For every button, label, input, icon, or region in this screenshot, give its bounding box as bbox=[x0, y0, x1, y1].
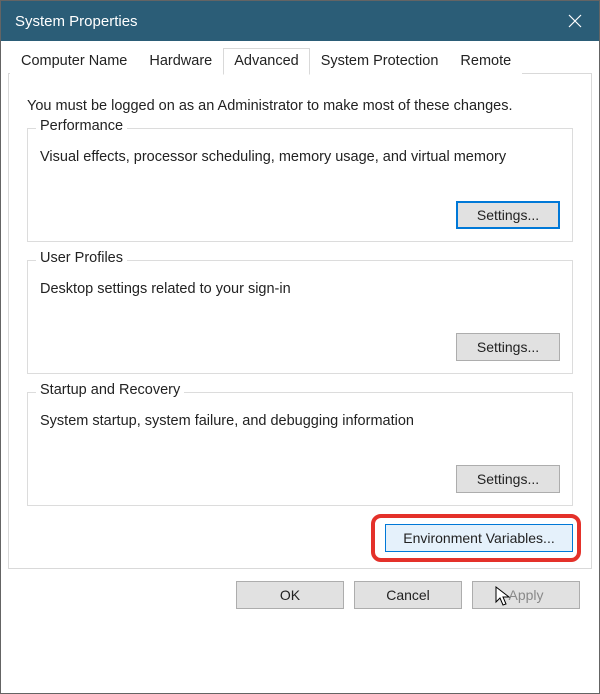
tab-advanced[interactable]: Advanced bbox=[223, 48, 310, 75]
user-profiles-settings-button[interactable]: Settings... bbox=[456, 333, 560, 361]
cancel-button[interactable]: Cancel bbox=[354, 581, 462, 609]
group-performance-legend: Performance bbox=[36, 118, 127, 134]
environment-variables-button[interactable]: Environment Variables... bbox=[385, 524, 573, 552]
performance-settings-button[interactable]: Settings... bbox=[456, 201, 560, 229]
dialog-content: Computer Name Hardware Advanced System P… bbox=[1, 41, 599, 621]
apply-button[interactable]: Apply bbox=[472, 581, 580, 609]
group-performance: Performance Visual effects, processor sc… bbox=[27, 128, 573, 242]
tabstrip: Computer Name Hardware Advanced System P… bbox=[8, 44, 592, 74]
group-startup-recovery: Startup and Recovery System startup, sys… bbox=[27, 392, 573, 506]
admin-notice-text: You must be logged on as an Administrato… bbox=[27, 98, 573, 114]
group-user-profiles: User Profiles Desktop settings related t… bbox=[27, 260, 573, 374]
tab-pane-advanced: You must be logged on as an Administrato… bbox=[8, 74, 592, 569]
titlebar: System Properties bbox=[1, 1, 599, 41]
close-button[interactable] bbox=[551, 1, 599, 41]
dialog-footer-buttons: OK Cancel Apply bbox=[8, 569, 592, 609]
group-startup-recovery-desc: System startup, system failure, and debu… bbox=[40, 413, 560, 429]
tab-system-protection[interactable]: System Protection bbox=[310, 48, 450, 74]
startup-recovery-settings-button[interactable]: Settings... bbox=[456, 465, 560, 493]
tab-computer-name[interactable]: Computer Name bbox=[10, 48, 138, 74]
window-title: System Properties bbox=[15, 13, 551, 30]
environment-variables-row: Environment Variables... bbox=[27, 524, 573, 552]
tab-remote[interactable]: Remote bbox=[449, 48, 522, 74]
ok-button[interactable]: OK bbox=[236, 581, 344, 609]
group-user-profiles-desc: Desktop settings related to your sign-in bbox=[40, 281, 560, 297]
tab-hardware[interactable]: Hardware bbox=[138, 48, 223, 74]
group-startup-recovery-legend: Startup and Recovery bbox=[36, 382, 184, 398]
group-performance-desc: Visual effects, processor scheduling, me… bbox=[40, 149, 560, 165]
group-user-profiles-legend: User Profiles bbox=[36, 250, 127, 266]
close-icon bbox=[568, 14, 582, 28]
